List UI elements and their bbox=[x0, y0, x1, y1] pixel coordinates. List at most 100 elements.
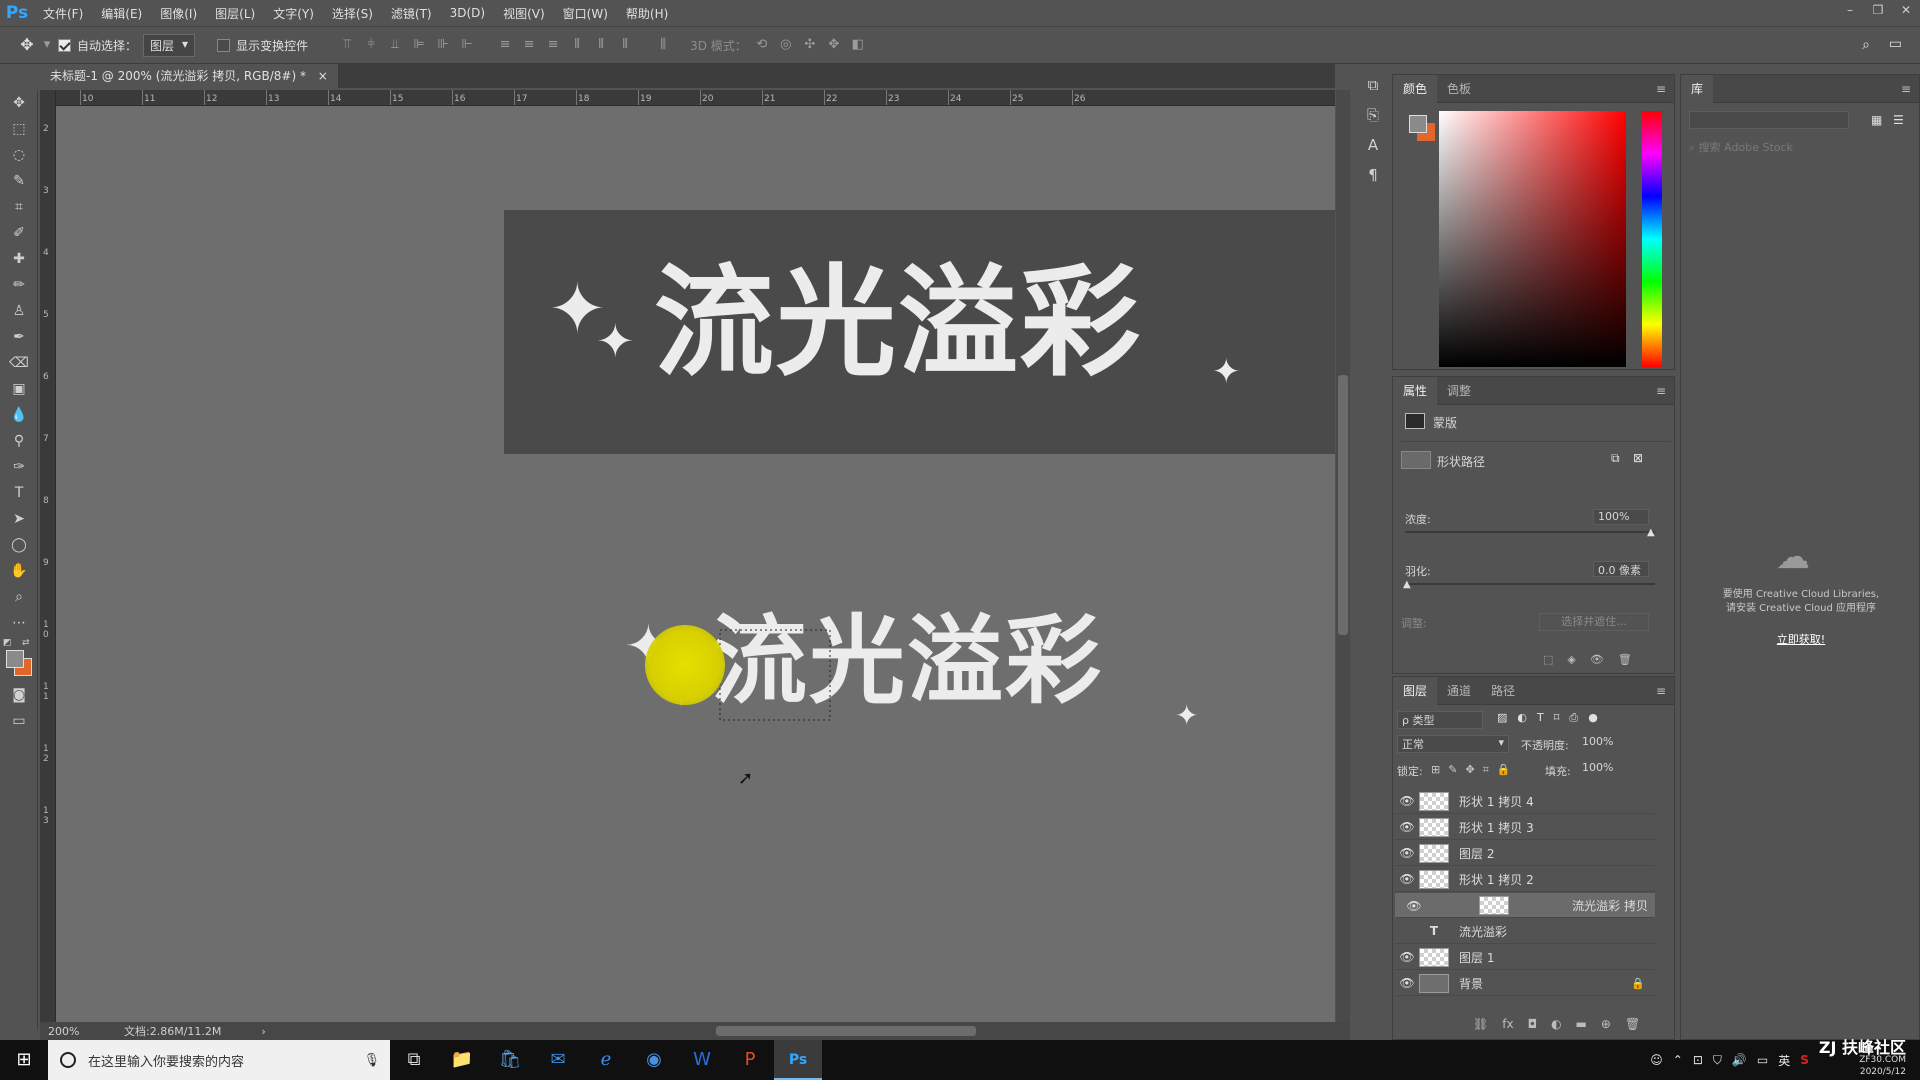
link-layers-icon[interactable]: ⛓ bbox=[1473, 1017, 1488, 1031]
visibility-eye-icon-hidden[interactable]: 👁 bbox=[1395, 924, 1419, 938]
panel-menu-icon[interactable]: ≡ bbox=[1656, 684, 1666, 698]
panel-menu-icon[interactable]: ≡ bbox=[1656, 384, 1666, 398]
canvas[interactable]: ✦ ✦ 流光溢彩 ✦ ✦ ✦ 流光溢彩 ✦ bbox=[56, 106, 1335, 1022]
minimize-button[interactable]: – bbox=[1836, 0, 1864, 20]
menu-type[interactable]: 文字(Y) bbox=[264, 5, 323, 22]
select-mask-icon[interactable]: ⧉ bbox=[1611, 451, 1620, 466]
blend-mode-dropdown[interactable]: 正常 ▾ bbox=[1397, 735, 1509, 753]
menu-3d[interactable]: 3D(D) bbox=[441, 6, 494, 20]
paragraph-icon[interactable]: ¶ bbox=[1356, 160, 1390, 190]
fill-input[interactable]: 100% bbox=[1579, 761, 1625, 779]
new-adjustment-icon[interactable]: ◐ bbox=[1551, 1017, 1561, 1031]
menu-image[interactable]: 图像(I) bbox=[151, 5, 206, 22]
3d-drag-icon[interactable]: ✣ bbox=[801, 36, 819, 54]
store-icon[interactable]: 🛍 bbox=[486, 1040, 534, 1080]
lock-image-icon[interactable]: ✎ bbox=[1448, 763, 1457, 777]
quick-mask-icon[interactable]: ◙ bbox=[0, 682, 38, 708]
people-icon[interactable]: ☺ bbox=[1650, 1053, 1663, 1067]
hand-tool-icon[interactable]: ✋ bbox=[0, 558, 38, 584]
default-colors-icon[interactable]: ◩ bbox=[3, 638, 12, 648]
color-swatches[interactable]: ◩ ⇄ bbox=[0, 636, 38, 682]
add-mask-icon[interactable]: ◘ bbox=[1528, 1017, 1538, 1031]
layer-row[interactable]: 👁 图层 1 bbox=[1395, 945, 1655, 970]
screen-mode-icon[interactable]: ▭ bbox=[0, 708, 38, 734]
menu-help[interactable]: 帮助(H) bbox=[617, 5, 677, 22]
filter-type-icon[interactable]: T bbox=[1537, 711, 1544, 725]
tab-libraries[interactable]: 库 bbox=[1681, 74, 1714, 103]
gradient-tool-icon[interactable]: ▣ bbox=[0, 376, 38, 402]
lock-all-icon[interactable]: 🔒 bbox=[1497, 763, 1511, 777]
density-slider[interactable] bbox=[1405, 531, 1655, 533]
clone-source-icon[interactable]: ⎘ bbox=[1356, 100, 1390, 130]
lock-artboard-icon[interactable]: ⌗ bbox=[1483, 763, 1489, 777]
distribute-vcenter-icon[interactable]: ≡ bbox=[520, 36, 538, 54]
align-vcenter-icon[interactable]: ⫩ bbox=[362, 36, 380, 54]
layer-style-icon[interactable]: fx bbox=[1502, 1017, 1513, 1031]
feather-slider[interactable] bbox=[1405, 583, 1655, 585]
visibility-eye-icon[interactable]: 👁 bbox=[1395, 950, 1419, 964]
visibility-eye-icon[interactable]: 👁 bbox=[1395, 794, 1419, 808]
opacity-input[interactable]: 100% bbox=[1579, 735, 1625, 753]
lock-position-icon[interactable]: ✥ bbox=[1465, 763, 1474, 777]
menu-select[interactable]: 选择(S) bbox=[323, 5, 382, 22]
vertical-scrollbar[interactable] bbox=[1336, 90, 1350, 1022]
quick-select-tool-icon[interactable]: ✎ bbox=[0, 168, 38, 194]
menu-view[interactable]: 视图(V) bbox=[494, 5, 554, 22]
filter-toggle-icon[interactable]: ● bbox=[1588, 711, 1598, 725]
foreground-color-swatch[interactable] bbox=[6, 650, 24, 668]
doc-info[interactable]: 文档:2.86M/11.2M bbox=[124, 1023, 221, 1039]
3d-roll-icon[interactable]: ◎ bbox=[777, 36, 795, 54]
visibility-eye-icon[interactable]: 👁 bbox=[1395, 872, 1419, 886]
feather-slider-handle[interactable]: ▲ bbox=[1403, 579, 1411, 590]
menu-layer[interactable]: 图层(L) bbox=[206, 5, 264, 22]
filter-pixel-icon[interactable]: ▨ bbox=[1497, 711, 1507, 725]
windows-start-icon[interactable]: ⊞ bbox=[0, 1040, 48, 1080]
task-view-icon[interactable]: ⧉ bbox=[390, 1040, 438, 1080]
lasso-tool-icon[interactable]: ◌ bbox=[0, 142, 38, 168]
layer-filter-dropdown[interactable]: ρ 类型 bbox=[1397, 711, 1483, 729]
document-tab[interactable]: 未标题-1 @ 200% (流光溢彩 拷贝, RGB/8#) * × bbox=[40, 64, 338, 88]
move-tool-icon[interactable]: ✥ bbox=[18, 36, 36, 54]
browser-icon[interactable]: ◉ bbox=[630, 1040, 678, 1080]
mail-icon[interactable]: ✉ bbox=[534, 1040, 582, 1080]
distribute-left-icon[interactable]: ⦀ bbox=[568, 36, 586, 54]
status-expand-icon[interactable]: › bbox=[261, 1025, 265, 1038]
taskbar-search-box[interactable]: 在这里输入你要搜索的内容 🎙 bbox=[48, 1040, 390, 1080]
align-bottom-icon[interactable]: ⫫ bbox=[386, 36, 404, 54]
load-selection-icon[interactable]: ⬚ bbox=[1543, 653, 1553, 666]
list-view-icon[interactable]: ☰ bbox=[1893, 113, 1904, 127]
photoshop-taskbar-icon[interactable]: Ps bbox=[774, 1040, 822, 1080]
tab-adjustments[interactable]: 调整 bbox=[1437, 377, 1481, 405]
layer-row[interactable]: 👁 形状 1 拷贝 2 bbox=[1395, 867, 1655, 892]
library-dropdown[interactable] bbox=[1689, 111, 1849, 129]
tab-layers[interactable]: 图层 bbox=[1393, 676, 1438, 705]
close-button[interactable]: ✕ bbox=[1892, 0, 1920, 20]
menu-edit[interactable]: 编辑(E) bbox=[92, 5, 151, 22]
monitor-icon[interactable]: ▭ bbox=[1757, 1053, 1768, 1067]
character-icon[interactable]: A bbox=[1356, 130, 1390, 160]
distribute-hcenter-icon[interactable]: ⦀ bbox=[592, 36, 610, 54]
3d-rotate-icon[interactable]: ⟲ bbox=[753, 36, 771, 54]
network-icon[interactable]: ⊡ bbox=[1693, 1053, 1703, 1067]
volume-icon[interactable]: 🔊 bbox=[1732, 1053, 1747, 1067]
tab-swatches[interactable]: 色板 bbox=[1437, 75, 1481, 103]
delete-layer-icon[interactable]: 🗑 bbox=[1625, 1017, 1640, 1031]
dodge-tool-icon[interactable]: ⚲ bbox=[0, 428, 38, 454]
3d-scale-icon[interactable]: ◧ bbox=[849, 36, 867, 54]
pen-tool-icon[interactable]: ✑ bbox=[0, 454, 38, 480]
apply-mask-icon[interactable]: ◈ bbox=[1567, 653, 1575, 666]
align-hcenter-icon[interactable]: ⊪ bbox=[434, 36, 452, 54]
layer-row-selected[interactable]: 👁 流光溢彩 拷贝 bbox=[1395, 893, 1655, 918]
get-it-now-link[interactable]: 立即获取! bbox=[1681, 631, 1920, 647]
close-tab-icon[interactable]: × bbox=[318, 69, 328, 83]
auto-select-checkbox[interactable] bbox=[58, 38, 71, 52]
powerpoint-icon[interactable]: P bbox=[726, 1040, 774, 1080]
layer-row[interactable]: 👁 T 流光溢彩 bbox=[1395, 919, 1655, 944]
history-icon[interactable]: ⧉ bbox=[1356, 70, 1390, 100]
more-tools-icon[interactable]: ⋯ bbox=[0, 610, 38, 636]
density-input[interactable]: 100% bbox=[1593, 509, 1649, 525]
type-tool-icon[interactable]: T bbox=[0, 480, 38, 506]
delete-mask-icon[interactable]: 🗑 bbox=[1618, 653, 1632, 666]
menu-filter[interactable]: 滤镜(T) bbox=[382, 5, 441, 22]
sogou-icon[interactable]: S bbox=[1800, 1053, 1809, 1067]
